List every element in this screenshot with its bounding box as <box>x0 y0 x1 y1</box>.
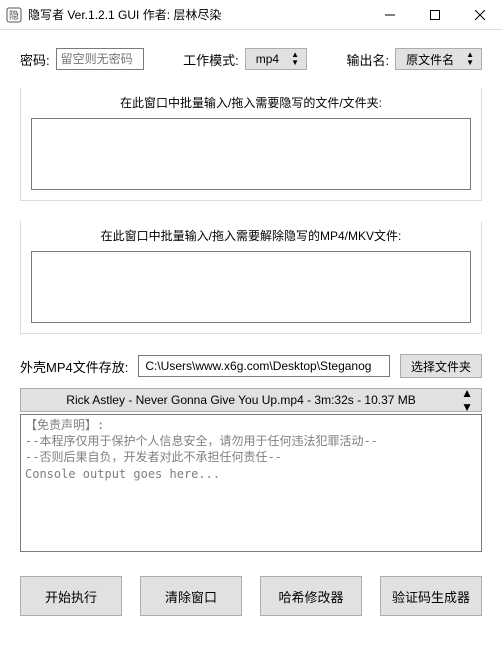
password-input[interactable] <box>56 48 144 70</box>
maximize-button[interactable] <box>412 0 457 29</box>
close-button[interactable] <box>457 0 502 29</box>
file-info-text: Rick Astley - Never Gonna Give You Up.mp… <box>29 393 453 407</box>
file-info-bar[interactable]: Rick Astley - Never Gonna Give You Up.mp… <box>20 388 482 412</box>
titlebar: 隐 隐写者 Ver.1.2.1 GUI 作者: 层林尽染 <box>0 0 502 30</box>
updown-icon: ▲▼ <box>466 51 473 67</box>
updown-icon: ▲▼ <box>291 51 298 67</box>
reveal-section-title: 在此窗口中批量输入/拖入需要解除隐写的MP4/MKV文件: <box>21 221 481 250</box>
console-output: 【免责声明】: --本程序仅用于保护个人信息安全，请勿用于任何违法犯罪活动-- … <box>20 414 482 552</box>
hash-button[interactable]: 哈希修改器 <box>260 576 362 616</box>
reveal-section: 在此窗口中批量输入/拖入需要解除隐写的MP4/MKV文件: <box>20 221 482 334</box>
bottom-buttons: 开始执行 清除窗口 哈希修改器 验证码生成器 <box>20 576 482 616</box>
reveal-drop-area[interactable] <box>31 251 471 323</box>
output-label: 输出名: <box>346 50 389 69</box>
hide-section-title: 在此窗口中批量输入/拖入需要隐写的文件/文件夹: <box>21 88 481 117</box>
app-icon: 隐 <box>6 7 22 23</box>
minimize-button[interactable] <box>367 0 412 29</box>
clear-button[interactable]: 清除窗口 <box>140 576 242 616</box>
start-button[interactable]: 开始执行 <box>20 576 122 616</box>
mode-label: 工作模式: <box>183 50 239 69</box>
window-controls <box>367 0 502 29</box>
shell-path-row: 外壳MP4文件存放: 选择文件夹 <box>20 354 482 378</box>
output-dropdown[interactable]: 原文件名 ▲▼ <box>395 48 482 70</box>
password-label: 密码: <box>20 50 50 69</box>
hide-drop-area[interactable] <box>31 118 471 190</box>
captcha-button[interactable]: 验证码生成器 <box>380 576 482 616</box>
mode-value: mp4 <box>256 52 279 66</box>
shell-path-input[interactable] <box>138 355 390 377</box>
top-row: 密码: 工作模式: mp4 ▲▼ 输出名: 原文件名 ▲▼ <box>20 48 482 70</box>
window-title: 隐写者 Ver.1.2.1 GUI 作者: 层林尽染 <box>28 6 367 23</box>
shell-label: 外壳MP4文件存放: <box>20 357 128 376</box>
output-value: 原文件名 <box>406 51 454 68</box>
hide-section: 在此窗口中批量输入/拖入需要隐写的文件/文件夹: <box>20 88 482 201</box>
browse-button[interactable]: 选择文件夹 <box>400 354 482 378</box>
svg-text:隐: 隐 <box>9 10 19 22</box>
mode-dropdown[interactable]: mp4 ▲▼ <box>245 48 307 70</box>
updown-icon: ▲▼ <box>461 386 473 414</box>
